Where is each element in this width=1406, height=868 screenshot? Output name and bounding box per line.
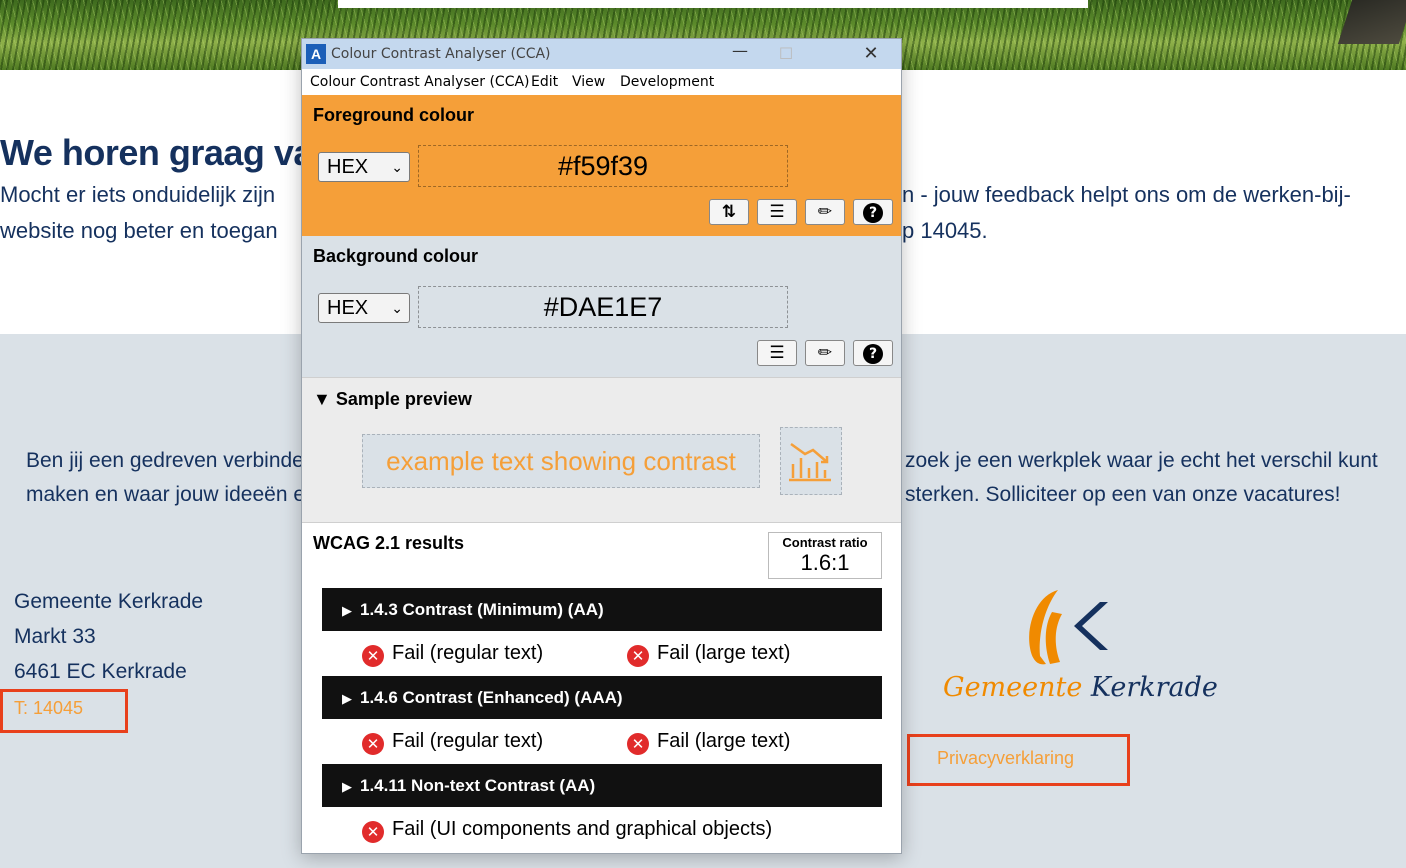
hero-card xyxy=(338,0,1088,8)
foreground-section: Foreground colour HEX ⌄ #f59f39 ⇅ ☰ ✏ ? xyxy=(302,95,901,236)
footer-text-left-2: maken en waar jouw ideeën e xyxy=(26,483,306,506)
help-icon[interactable]: ? xyxy=(853,340,893,366)
phone-highlight-box xyxy=(0,689,128,733)
window-title: Colour Contrast Analyser (CCA) xyxy=(331,46,551,62)
background-title: Background colour xyxy=(313,246,479,266)
help-icon[interactable]: ? xyxy=(853,199,893,225)
menu-bar: Colour Contrast Analyser (CCA) Edit View… xyxy=(302,69,901,95)
fail-x-icon: ✕ xyxy=(627,645,649,667)
expand-triangle-icon: ▶ xyxy=(342,691,352,706)
app-icon: A xyxy=(306,44,326,64)
address-line: Gemeente Kerkrade xyxy=(14,590,204,613)
intro-text-right-2: p 14045. xyxy=(902,218,988,243)
background-format-select[interactable]: HEX ⌄ xyxy=(318,293,410,323)
result-item: ✕ Fail (regular text) xyxy=(362,642,543,667)
contrast-ratio-value: 1.6:1 xyxy=(800,550,850,575)
result-item: ✕ Fail (regular text) xyxy=(362,730,543,755)
criterion-1-4-6[interactable]: ▶ 1.4.6 Contrast (Enhanced) (AAA) xyxy=(322,676,882,719)
title-bar[interactable]: A Colour Contrast Analyser (CCA) — ☐ ✕ xyxy=(302,39,901,69)
address-line: 6461 EC Kerkrade xyxy=(14,660,187,683)
footer-text-right-1: zoek je een werkplek waar je echt het ve… xyxy=(905,449,1378,472)
hero-decoration xyxy=(1337,0,1406,44)
result-item: ✕ Fail (large text) xyxy=(627,730,790,755)
sample-preview-toggle[interactable]: ▼ Sample preview xyxy=(313,389,472,410)
menu-development[interactable]: Development xyxy=(620,74,714,90)
page-heading: We horen graag va xyxy=(0,132,313,173)
eyedropper-icon[interactable]: ✏ xyxy=(805,199,845,225)
chart-icon[interactable] xyxy=(780,427,842,495)
sliders-icon[interactable]: ☰ xyxy=(757,340,797,366)
swap-arrows-icon[interactable]: ⇅ xyxy=(709,199,749,225)
menu-edit[interactable]: Edit xyxy=(531,74,558,90)
criterion-1-4-11[interactable]: ▶ 1.4.11 Non-text Contrast (AA) xyxy=(322,764,882,807)
background-section: Background colour HEX ⌄ #DAE1E7 ☰ ✏ ? xyxy=(302,236,901,377)
sample-text: example text showing contrast xyxy=(362,434,760,488)
expand-triangle-icon: ▶ xyxy=(342,603,352,618)
result-item: ✕ Fail (UI components and graphical objec… xyxy=(362,818,772,843)
foreground-title: Foreground colour xyxy=(313,105,474,125)
minimize-icon[interactable]: — xyxy=(717,39,763,66)
expand-triangle-icon: ▶ xyxy=(342,779,352,794)
sliders-icon[interactable]: ☰ xyxy=(757,199,797,225)
contrast-ratio-box: Contrast ratio 1.6:1 xyxy=(768,532,882,579)
intro-text-left-2: website nog beter en toegan xyxy=(0,218,278,243)
contrast-ratio-label: Contrast ratio xyxy=(782,535,868,550)
foreground-hex-input[interactable]: #f59f39 xyxy=(418,145,788,187)
fail-x-icon: ✕ xyxy=(627,733,649,755)
criterion-1-4-3[interactable]: ▶ 1.4.3 Contrast (Minimum) (AA) xyxy=(322,588,882,631)
intro-text-left-1: Mocht er iets onduidelijk zijn xyxy=(0,182,276,207)
fail-x-icon: ✕ xyxy=(362,645,384,667)
logo-text: Gemeente Kerkrade xyxy=(943,672,1218,703)
menu-app[interactable]: Colour Contrast Analyser (CCA) xyxy=(310,74,530,90)
eyedropper-icon[interactable]: ✏ xyxy=(805,340,845,366)
address-line: Markt 33 xyxy=(14,625,96,648)
sample-preview-section: ▼ Sample preview example text showing co… xyxy=(302,377,901,522)
intro-text-right-1: n - jouw feedback helpt ons om de werken… xyxy=(902,182,1351,207)
privacy-highlight-box xyxy=(907,734,1130,786)
chevron-down-icon: ⌄ xyxy=(391,300,403,316)
wcag-results-section: WCAG 2.1 results Contrast ratio 1.6:1 ▶ 1… xyxy=(302,522,901,853)
cca-window: A Colour Contrast Analyser (CCA) — ☐ ✕ C… xyxy=(301,38,902,854)
menu-view[interactable]: View xyxy=(572,74,605,90)
chevron-down-icon: ⌄ xyxy=(391,159,403,175)
fail-x-icon: ✕ xyxy=(362,733,384,755)
foreground-format-select[interactable]: HEX ⌄ xyxy=(318,152,410,182)
footer-text-left-1: Ben jij een gedreven verbinde xyxy=(26,449,304,472)
fail-x-icon: ✕ xyxy=(362,821,384,843)
close-icon[interactable]: ✕ xyxy=(848,39,894,69)
background-hex-input[interactable]: #DAE1E7 xyxy=(418,286,788,328)
wcag-results-title: WCAG 2.1 results xyxy=(313,533,465,553)
footer-text-right-2: sterken. Solliciteer op een van onze vac… xyxy=(905,483,1341,506)
maximize-icon[interactable]: ☐ xyxy=(763,39,809,69)
result-item: ✕ Fail (large text) xyxy=(627,642,790,667)
